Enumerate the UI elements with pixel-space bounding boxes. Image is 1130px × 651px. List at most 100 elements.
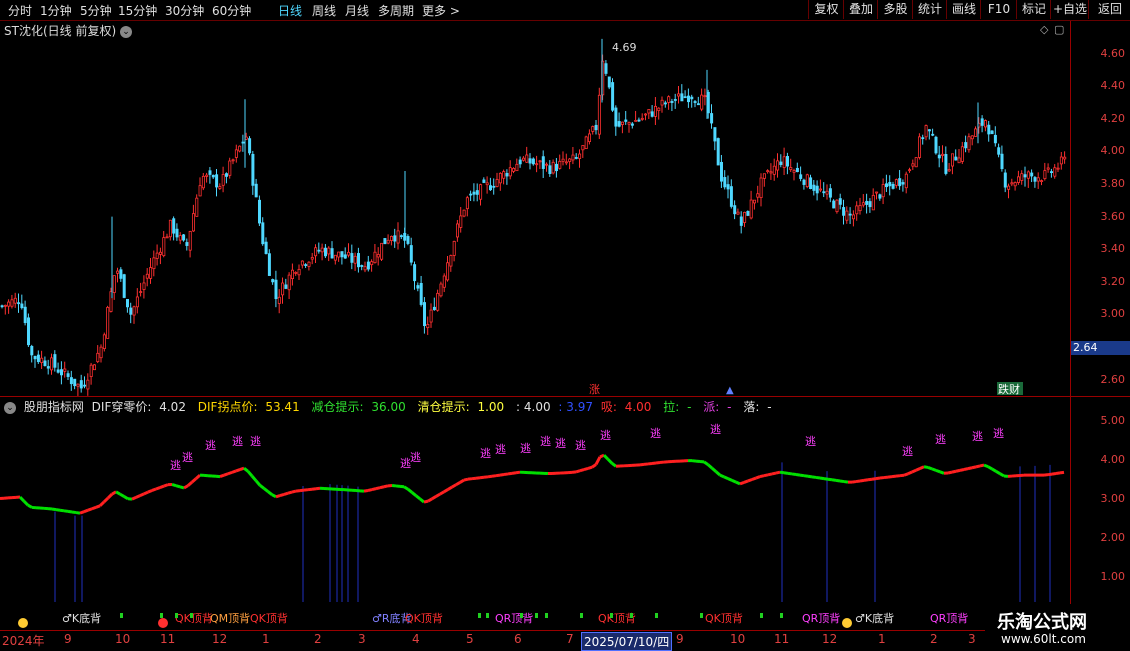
candle — [579, 149, 581, 167]
candle — [199, 177, 201, 196]
candle — [902, 179, 904, 191]
candle — [126, 299, 128, 313]
toolbar-button-8[interactable]: 返回 — [1088, 0, 1130, 19]
candle — [744, 212, 746, 227]
timeframe-5[interactable]: 60分钟 — [212, 2, 251, 19]
candle — [245, 133, 247, 140]
toolbar-button-3[interactable]: 统计 — [912, 0, 947, 19]
candle — [417, 282, 419, 291]
escape-label: 逃 — [182, 451, 193, 464]
diamond-icon[interactable]: ◇ — [1040, 23, 1048, 36]
indicator-segment — [728, 479, 732, 481]
rise-marker: 涨 — [589, 383, 600, 396]
indicator-segment — [952, 471, 956, 472]
candle — [1017, 171, 1019, 185]
indicator-segment — [912, 470, 916, 472]
timeframe-0[interactable]: 分时 — [8, 2, 32, 19]
toolbar-button-7[interactable]: +自选 — [1050, 0, 1089, 19]
indicator-segment — [96, 506, 100, 507]
candle — [552, 159, 554, 174]
timeframe-10[interactable]: 更多 > — [422, 2, 460, 19]
indicator-segment — [164, 485, 168, 486]
indicator-segment — [180, 487, 184, 488]
indicator-segment — [708, 465, 712, 469]
candle — [189, 231, 191, 258]
candle — [334, 255, 336, 264]
indicator-segment — [968, 468, 972, 469]
date-label: 9 — [64, 632, 72, 646]
timeframe-9[interactable]: 多周期 — [378, 2, 414, 19]
indicator-segment — [140, 494, 144, 496]
candle — [615, 105, 617, 136]
indicator-segment — [380, 487, 384, 488]
toolbar-button-0[interactable]: 复权 — [808, 0, 844, 19]
price-tick: 3.40 — [1101, 242, 1126, 255]
indicator-segment — [220, 475, 224, 476]
candle — [1044, 163, 1046, 181]
candle — [272, 279, 274, 285]
candle — [8, 299, 10, 314]
signal-dot — [160, 613, 163, 618]
indicator-segment — [52, 509, 56, 510]
timeframe-6[interactable]: 日线 — [278, 2, 302, 19]
current-price-badge: 2.64 — [1071, 341, 1130, 355]
candle — [364, 262, 366, 273]
toolbar-button-2[interactable]: 多股 — [877, 0, 913, 19]
indicator-segment — [124, 496, 128, 498]
expand-icon[interactable]: ▢ — [1054, 23, 1064, 36]
timeframe-1[interactable]: 1分钟 — [40, 2, 72, 19]
escape-label: 逃 — [555, 437, 566, 450]
timeframe-3[interactable]: 15分钟 — [118, 2, 157, 19]
candle — [367, 256, 369, 272]
candle — [476, 183, 478, 201]
indicator-segment — [720, 475, 724, 477]
indicator-segment — [428, 499, 432, 501]
toolbar-button-1[interactable]: 叠加 — [843, 0, 878, 19]
toolbar-button-4[interactable]: 画线 — [946, 0, 981, 19]
candle — [186, 239, 188, 251]
date-label: 2024年 — [2, 632, 45, 649]
candle — [790, 159, 792, 172]
indicator-segment — [120, 494, 124, 496]
candle — [143, 275, 145, 298]
divergence-signal: QK顶背 — [405, 611, 443, 625]
candle — [668, 95, 670, 109]
toolbar-button-6[interactable]: 标记 — [1016, 0, 1051, 19]
timeframe-2[interactable]: 5分钟 — [80, 2, 112, 19]
timeframe-8[interactable]: 月线 — [345, 2, 369, 19]
candle — [1024, 167, 1026, 187]
candle — [1054, 164, 1056, 179]
chevron-down-icon[interactable]: ⌄ — [120, 26, 132, 38]
candle — [209, 167, 211, 184]
candle — [648, 109, 650, 119]
candle — [18, 294, 20, 313]
candle — [493, 178, 495, 194]
candle — [852, 210, 854, 226]
candle — [1034, 176, 1036, 188]
indicator-segment — [584, 468, 588, 469]
candle — [899, 170, 901, 190]
candle — [54, 350, 56, 371]
candle — [31, 345, 33, 363]
toolbar-button-5[interactable]: F10 — [980, 0, 1017, 19]
indicator-segment — [80, 512, 84, 513]
indicator-segment — [104, 498, 108, 502]
candle — [163, 231, 165, 257]
candle — [374, 244, 376, 264]
escape-label: 逃 — [410, 451, 421, 464]
candle — [975, 126, 977, 136]
candle — [654, 97, 656, 125]
timeframe-4[interactable]: 30分钟 — [165, 2, 204, 19]
candle — [763, 174, 765, 187]
indicator-segment — [932, 469, 936, 470]
indicator-segment — [436, 494, 440, 496]
candle — [489, 178, 491, 191]
candle — [242, 135, 244, 152]
indicator-segment — [156, 488, 160, 489]
timeframe-7[interactable]: 周线 — [312, 2, 336, 19]
candle — [192, 205, 194, 232]
candle — [720, 155, 722, 188]
indicator-segment — [716, 472, 720, 476]
indicator-segment — [248, 471, 252, 476]
indicator-segment — [772, 473, 776, 474]
